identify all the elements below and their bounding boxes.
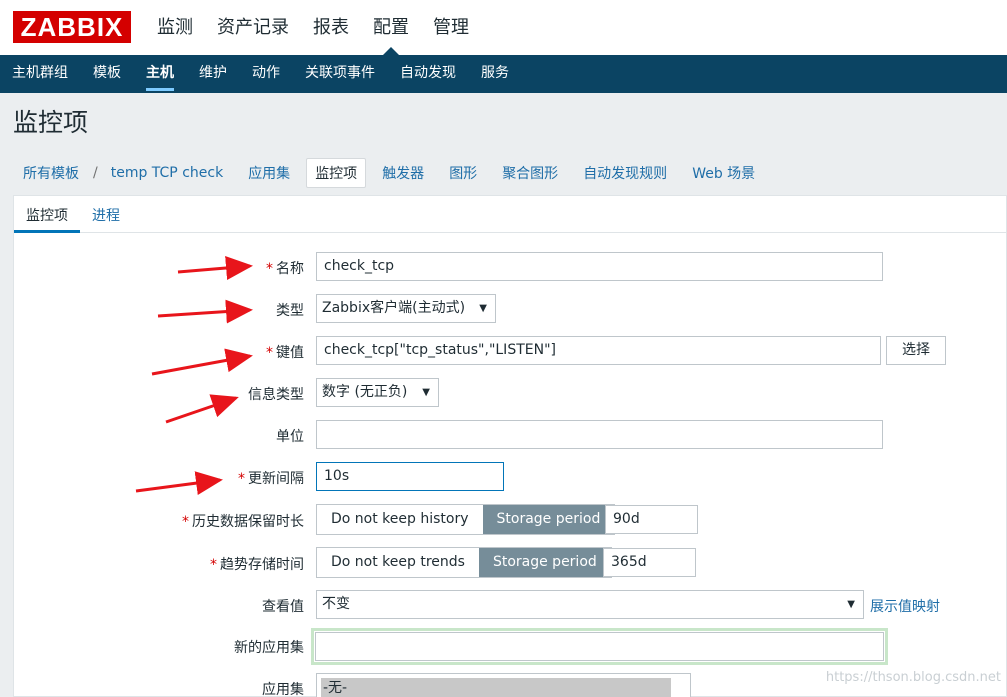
interval-label: * 更新间隔 <box>238 471 304 487</box>
item-form: 监控项 进程 * 名称 check_tcp 类型 Zabbix客户端(主动式) ▼ … <box>13 195 1007 697</box>
apps-label: 应用集 <box>262 682 304 697</box>
new-app-input[interactable] <box>311 628 888 665</box>
sub-nav-maintenance[interactable]: 维护 <box>199 55 227 93</box>
new-app-label: 新的应用集 <box>234 640 304 656</box>
breadcrumb: 所有模板 / temp TCP check 应用集 监控项 触发器 图形 聚合图… <box>0 154 1007 192</box>
interval-input[interactable]: 10s <box>316 462 504 491</box>
nav-triggers[interactable]: 触发器 <box>373 158 433 188</box>
units-input[interactable] <box>316 420 883 449</box>
trends-no-keep-option[interactable]: Do not keep trends <box>317 548 479 577</box>
page-title: 监控项 <box>13 108 89 137</box>
sub-nav-correlation[interactable]: 关联项事件 <box>305 55 375 93</box>
history-label: * 历史数据保留时长 <box>182 514 304 530</box>
nav-applications[interactable]: 应用集 <box>239 158 299 188</box>
chevron-down-icon: ▼ <box>479 303 487 314</box>
breadcrumb-all-templates[interactable]: 所有模板 <box>14 158 88 188</box>
apps-listbox[interactable]: -无- <box>316 673 691 697</box>
nav-screens[interactable]: 聚合图形 <box>493 158 567 188</box>
sub-nav-discovery[interactable]: 自动发现 <box>400 55 456 93</box>
top-nav: 监测 资产记录 报表 配置 管理 <box>157 0 493 55</box>
top-nav-monitoring[interactable]: 监测 <box>157 0 193 55</box>
trends-toggle: Do not keep trends Storage period <box>316 547 612 578</box>
type-label: 类型 <box>276 303 304 319</box>
zabbix-logo[interactable]: ZABBIX <box>13 11 131 43</box>
sub-nav-hosts[interactable]: 主机 <box>146 55 174 93</box>
history-period-input[interactable]: 90d <box>605 505 698 534</box>
valuemap-label: 查看值 <box>262 599 304 615</box>
valuemap-select[interactable]: 不变 ▼ <box>316 590 864 619</box>
history-no-keep-option[interactable]: Do not keep history <box>317 505 483 534</box>
nav-graphs[interactable]: 图形 <box>440 158 486 188</box>
sub-nav-host-groups[interactable]: 主机群组 <box>12 55 68 93</box>
nav-discovery-rules[interactable]: 自动发现规则 <box>574 158 676 188</box>
name-input[interactable]: check_tcp <box>316 252 883 281</box>
list-item[interactable]: -无- <box>321 678 671 697</box>
trends-storage-option[interactable]: Storage period <box>478 548 611 577</box>
key-input[interactable]: check_tcp["tcp_status","LISTEN"] <box>316 336 881 365</box>
top-header: ZABBIX 监测 资产记录 报表 配置 管理 <box>0 0 1007 55</box>
breadcrumb-separator: / <box>93 165 98 181</box>
breadcrumb-template[interactable]: temp TCP check <box>102 160 232 186</box>
history-storage-option[interactable]: Storage period <box>482 505 615 534</box>
tab-item[interactable]: 监控项 <box>14 196 80 233</box>
units-label: 单位 <box>276 429 304 445</box>
chevron-down-icon: ▼ <box>422 387 430 398</box>
info-type-label: 信息类型 <box>248 387 304 403</box>
top-nav-reports[interactable]: 报表 <box>313 0 349 55</box>
key-label: * 键值 <box>266 345 304 361</box>
sub-nav-services[interactable]: 服务 <box>481 55 509 93</box>
nav-items[interactable]: 监控项 <box>306 158 367 188</box>
top-nav-inventory[interactable]: 资产记录 <box>217 0 289 55</box>
top-nav-administration[interactable]: 管理 <box>433 0 469 55</box>
name-label: * 名称 <box>266 261 304 277</box>
sub-nav: 主机群组 模板 主机 维护 动作 关联项事件 自动发现 服务 <box>0 55 1007 93</box>
watermark: https://thson.blog.csdn.net <box>825 670 1001 685</box>
info-type-select[interactable]: 数字 (无正负) ▼ <box>316 378 439 407</box>
key-select-button[interactable]: 选择 <box>886 336 946 365</box>
trends-period-input[interactable]: 365d <box>603 548 696 577</box>
tab-preprocessing[interactable]: 进程 <box>80 196 132 232</box>
chevron-down-icon: ▼ <box>847 599 855 610</box>
top-nav-configuration[interactable]: 配置 <box>373 0 409 55</box>
trends-label: * 趋势存储时间 <box>210 557 304 573</box>
type-select[interactable]: Zabbix客户端(主动式) ▼ <box>316 294 496 323</box>
nav-web-scenarios[interactable]: Web 场景 <box>683 158 764 188</box>
sub-nav-templates[interactable]: 模板 <box>93 55 121 93</box>
show-valuemap-link[interactable]: 展示值映射 <box>870 596 940 616</box>
form-tabs: 监控项 进程 <box>14 196 1006 233</box>
sub-nav-actions[interactable]: 动作 <box>252 55 280 93</box>
history-toggle: Do not keep history Storage period <box>316 504 616 535</box>
